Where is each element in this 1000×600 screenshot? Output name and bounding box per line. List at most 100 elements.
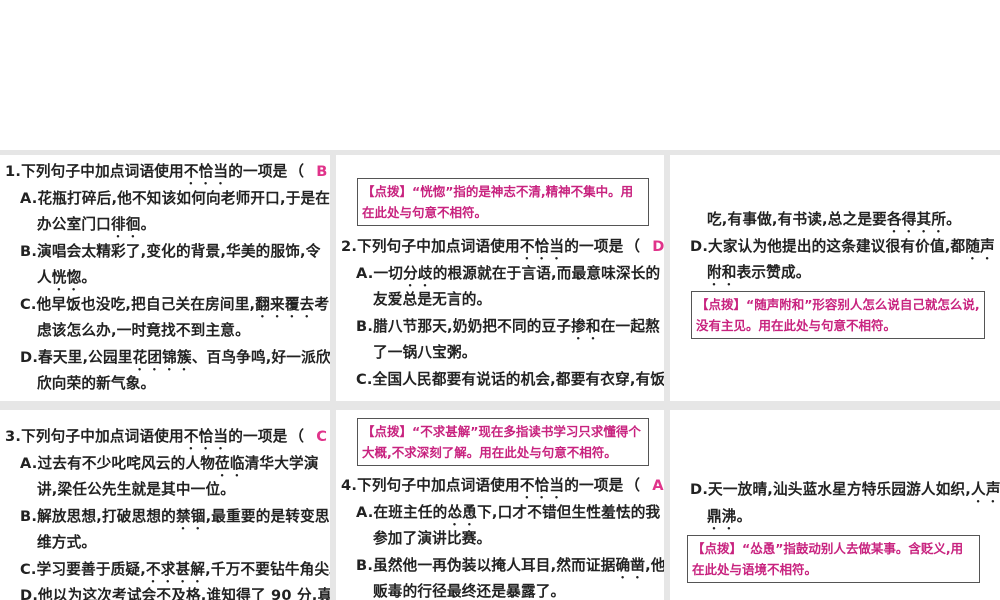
option-continuation: 附和表示赞成。 <box>670 260 1000 287</box>
answer-open-paren: （ <box>289 428 305 445</box>
question-stem: 4.下列句子中加点词语使用不恰当的一项是（A） <box>336 473 664 500</box>
text-segment: 在一起熬 <box>600 317 660 335</box>
question-stem: 1.下列句子中加点词语使用不恰当的一项是（B） <box>0 159 330 186</box>
answer-option: A.一切分歧的根源就在于言语,而最意味深长的 <box>336 261 664 288</box>
emphasized-word: 恍惚 <box>51 269 82 286</box>
text-segment: ,最重要的是转变思 <box>205 507 330 525</box>
answer-option: C.他早饭也没吃,把自己关在房间里,翻来覆去考 <box>0 292 330 319</box>
answer-option: B.腊八节那天,奶奶把不同的豆子掺和在一起熬 <box>336 314 664 341</box>
text-segment: C.全国人民都要有说话的机会,都要有衣穿,有饭 <box>356 370 664 388</box>
answer-option: A.花瓶打碎后,他不知该如何向老师开口,于是在 <box>0 186 330 213</box>
option-continuation: 参加了演讲比赛。 <box>336 526 664 553</box>
text-segment: 4.下列句子中加点词语使用 <box>341 477 520 494</box>
text-segment: 1.下列句子中加点词语使用 <box>5 163 184 180</box>
text-segment: 欣向荣的新气象。 <box>37 375 156 392</box>
answer-key: D <box>652 238 664 255</box>
option-continuation: 虑该怎么办,一时竟找不到主意。 <box>0 318 330 345</box>
answer-key: B <box>316 163 328 180</box>
text-segment: 的一项是 <box>564 238 624 255</box>
hint-box: 【点拨】“不求甚解”现在多指读书学习只求懂得个大概,不求深刻了解。用在此处与句意… <box>357 418 649 466</box>
text-segment: ,千万不要钻牛角尖。 <box>205 560 330 578</box>
text-segment: 参加了演讲比赛。 <box>373 530 492 547</box>
option-continuation: 办公室门口徘徊。 <box>0 212 330 239</box>
option-continuation: 讲,梁任公先生就是其中一位。 <box>0 477 330 504</box>
answer-key: C <box>316 428 328 445</box>
answer-option: B.虽然他一再伪装以掩人耳目,然而证据确凿,他 <box>336 553 664 580</box>
answer-option: B.解放思想,打破思想的禁锢,最重要的是转变思 <box>0 504 330 531</box>
option-continuation: 吃,有事做,有书读,总之是要各得其所。 <box>670 207 1000 234</box>
answer-option: C.学习要善于质疑,不求甚解,千万不要钻牛角尖。 <box>0 557 330 584</box>
text-segment: 考 <box>314 295 330 313</box>
option-continuation: 人恍惚。 <box>0 265 330 292</box>
text-segment: 清华大学演 <box>244 454 319 472</box>
answer-option: B.演唱会太精彩了,变化的背景,华美的服饰,令 <box>0 239 330 266</box>
text-segment: B.腊八节那天,奶奶把不同的豆子 <box>356 317 572 335</box>
text-segment: 讲,梁任公先生就是其中一位。 <box>37 481 236 498</box>
emphasized-word: 不恰当 <box>519 238 565 255</box>
question-stem: 3.下列句子中加点词语使用不恰当的一项是（C） <box>0 424 330 451</box>
emphasized-word: 不恰当 <box>519 477 565 494</box>
emphasized-word: 不求甚解 <box>145 560 206 578</box>
text-segment: A.一切 <box>356 264 404 282</box>
text-segment: 的一项是 <box>564 477 624 494</box>
option-continuation: 了一锅八宝粥。 <box>336 340 664 367</box>
text-segment: 吃,有事做,有书读,总之是要 <box>707 211 887 228</box>
emphasized-word: 不恰当 <box>183 428 229 445</box>
text-segment: 了一锅八宝粥。 <box>373 344 477 361</box>
answer-key: A <box>652 477 664 494</box>
text-segment: 。 <box>736 507 752 525</box>
emphasized-word: 莅临 <box>215 454 245 472</box>
answer-open-paren: （ <box>289 163 305 180</box>
option-continuation: 维方式。 <box>0 530 330 557</box>
answer-option: C.全国人民都要有说话的机会,都要有衣穿,有饭 <box>336 367 664 394</box>
answer-option: A.过去有不少叱咤风云的人物莅临清华大学演 <box>0 451 330 478</box>
answer-option: D.春天里,公园里花团锦簇、百鸟争鸣,好一派欣 <box>0 345 330 372</box>
text-segment: 、百鸟争鸣,好一派欣 <box>191 348 330 366</box>
answer-option: D.他以为这次考试会不及格,谁知得了 90 分,真 <box>0 583 330 600</box>
answer-open-paren: （ <box>625 238 641 255</box>
emphasized-word: 掺和 <box>571 317 601 335</box>
slide-panel-4: 3.下列句子中加点词语使用不恰当的一项是（C）A.过去有不少叱咤风云的人物莅临清… <box>0 410 330 600</box>
answer-option: A.在班主任的怂恿下,口才不错但生性羞怯的我 <box>336 500 664 527</box>
option-continuation: 贩毒的行径最终还是暴露了。 <box>336 579 664 600</box>
emphasized-word: 翻来覆去 <box>255 295 315 313</box>
text-segment: B.解放思想,打破思想的 <box>20 507 176 525</box>
text-segment: C.学习要善于质疑, <box>20 560 146 578</box>
text-segment: 。 <box>946 211 961 228</box>
text-segment: D.他以为这次考试会不及格,谁知得了 90 分,真 <box>20 587 330 600</box>
text-segment: 友爱总是无言的。 <box>373 291 492 308</box>
answer-open-paren: （ <box>625 477 641 494</box>
text-segment: A.在班主任的 <box>356 503 448 521</box>
slide-panel-2: 【点拨】“恍惚”指的是神志不清,精神不集中。用在此处与句意不相符。 2.下列句子中… <box>336 155 664 401</box>
option-continuation: 鼎沸。 <box>670 504 1000 531</box>
emphasized-word: 确凿 <box>615 556 646 574</box>
emphasized-word: 徘徊 <box>110 216 141 233</box>
slide-panel-3: 吃,有事做,有书读,总之是要各得其所。 D.大家认为他提出的这条建议很有价值,都随… <box>670 155 1000 401</box>
emphasized-word: 花团锦簇 <box>132 348 192 366</box>
slide-panel-1: 1.下列句子中加点词语使用不恰当的一项是（B）A.花瓶打碎后,他不知该如何向老师… <box>0 155 330 401</box>
answer-option: D.大家认为他提出的这条建议很有价值,都随声 <box>670 234 1000 261</box>
text-segment: B.演唱会太精彩了,变化的背景,华美的服饰,令 <box>20 242 321 260</box>
hint-box: 【点拨】“怂恿”指鼓动别人去做某事。含贬义,用在此处与语境不相符。 <box>687 535 980 583</box>
emphasized-word: 随声 <box>965 237 995 255</box>
text-segment: 贩毒的行径最终还是暴露了。 <box>373 583 566 600</box>
slide-panel-5: 【点拨】“不求甚解”现在多指读书学习只求懂得个大概,不求深刻了解。用在此处与句意… <box>336 410 664 600</box>
option-continuation: 友爱总是无言的。 <box>336 287 664 314</box>
slide-panel-6: D.天一放晴,汕头蓝水星方特乐园游人如织,人声 鼎沸。 【点拨】“怂恿”指鼓动别人去… <box>670 410 1000 600</box>
text-segment: A.花瓶打碎后,他不知该如何向老师开口,于是在 <box>20 189 330 207</box>
text-segment: 。 <box>81 269 97 286</box>
hint-box: 【点拨】“随声附和”形容别人怎么说自己就怎么说,没有主见。用在此处与句意不相符。 <box>691 290 985 339</box>
text-segment: 的根源就在于言语,而最意味深长的 <box>432 264 661 282</box>
emphasized-word: 人声 <box>971 481 1000 498</box>
text-segment: 2.下列句子中加点词语使用 <box>341 238 520 255</box>
emphasized-word: 怂恿 <box>447 503 478 521</box>
text-segment: B.虽然他一再伪装以掩人耳目,然而证据 <box>356 556 616 574</box>
hint-box: 【点拨】“恍惚”指的是神志不清,精神不集中。用在此处与句意不相符。 <box>357 178 649 226</box>
emphasized-word: 各得其所 <box>886 211 947 228</box>
text-segment: A.过去有不少叱咤风云的人物 <box>20 454 216 472</box>
option-continuation: 欣向荣的新气象。 <box>0 371 330 398</box>
text-segment: 3.下列句子中加点词语使用 <box>5 428 184 445</box>
question-stem: 2.下列句子中加点词语使用不恰当的一项是（D） <box>336 234 664 261</box>
text-segment: D.春天里,公园里 <box>20 348 133 366</box>
text-segment: C.他早饭也没吃,把自己关在房间里, <box>20 295 256 313</box>
